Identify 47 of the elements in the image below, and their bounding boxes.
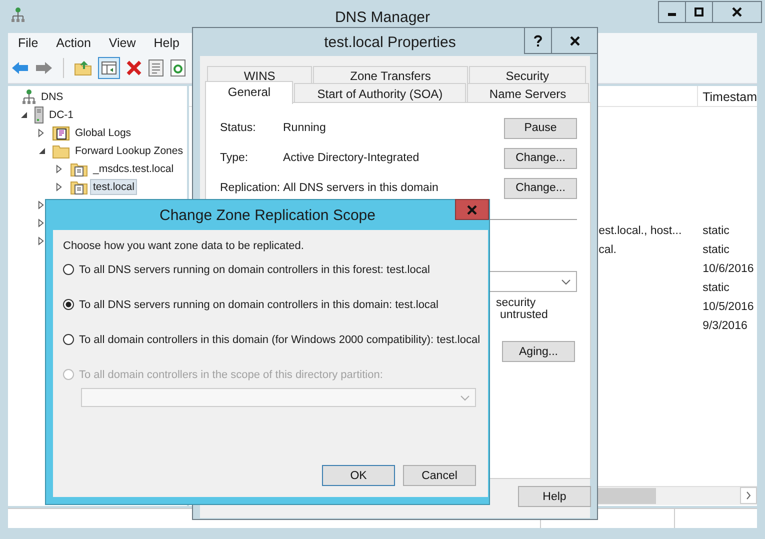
tree-item[interactable]: DNS — [38, 89, 66, 105]
window-title: DNS Manager — [334, 9, 430, 26]
menu-item[interactable]: Help — [154, 36, 180, 50]
tab[interactable]: Start of Authority (SOA) — [294, 83, 466, 102]
tree-item[interactable]: _msdcs.test.local — [90, 161, 177, 177]
tab[interactable]: Name Servers — [466, 83, 589, 102]
table-cell: static — [702, 224, 730, 236]
menu-item[interactable]: View — [108, 36, 136, 50]
tab[interactable]: Zone Transfers — [313, 66, 468, 83]
tree-item[interactable]: test.local — [90, 179, 138, 195]
field-label: Status: — [220, 122, 257, 134]
help-button[interactable]: Help — [518, 486, 591, 507]
table-cell: static — [702, 244, 730, 256]
column-header[interactable]: Timestam — [698, 86, 757, 106]
field-value: Running — [283, 122, 327, 134]
table-cell: 9/3/2016 — [702, 320, 748, 332]
table-cell: cal. — [598, 244, 616, 256]
action-button[interactable]: Change... — [504, 148, 577, 168]
field-label: Type: — [220, 152, 250, 164]
dialog-title: Change Zone Replication Scope — [160, 206, 376, 224]
tab[interactable]: WINS — [207, 66, 312, 83]
tree-item[interactable]: DC-1 — [46, 107, 77, 123]
tab[interactable]: General — [205, 81, 294, 104]
table-cell: 10/6/2016 — [702, 262, 754, 274]
field-value: All DNS servers in this domain — [283, 182, 440, 194]
tree-item[interactable]: Forward Lookup Zones — [72, 143, 186, 159]
radio-option[interactable]: To all DNS servers running on domain controllers in this domain: test.local — [63, 295, 488, 314]
radio-option[interactable]: To all DNS servers running on domain controllers in this forest: test.local — [63, 260, 488, 279]
table-cell: 10/5/2016 — [702, 300, 754, 312]
table-cell: est.local., host... — [598, 224, 682, 236]
tab[interactable]: Security — [468, 66, 586, 83]
table-cell: static — [702, 282, 730, 294]
dialog-title: test.local Properties — [324, 34, 456, 50]
tree-item[interactable]: Global Logs — [72, 125, 134, 141]
field-label: Replication: — [220, 182, 280, 194]
dialog-button[interactable]: OK — [322, 465, 395, 486]
action-button[interactable]: Change... — [504, 178, 577, 198]
menu-item[interactable]: File — [18, 36, 38, 50]
radio-option[interactable]: To all domain controllers in this domain (for Windows 2000 compatibility): test.local — [63, 330, 488, 349]
field-value: Active Directory-Integrated — [283, 152, 420, 164]
aging-button[interactable]: Aging... — [502, 341, 575, 362]
label-text: security — [496, 297, 536, 309]
menu-item[interactable]: Action — [56, 36, 91, 50]
label-text: untrusted — [500, 309, 548, 321]
action-button[interactable]: Pause — [504, 118, 577, 138]
dialog-button[interactable]: Cancel — [403, 465, 476, 486]
prompt-text: Choose how you want zone data to be replicated. — [63, 240, 305, 252]
